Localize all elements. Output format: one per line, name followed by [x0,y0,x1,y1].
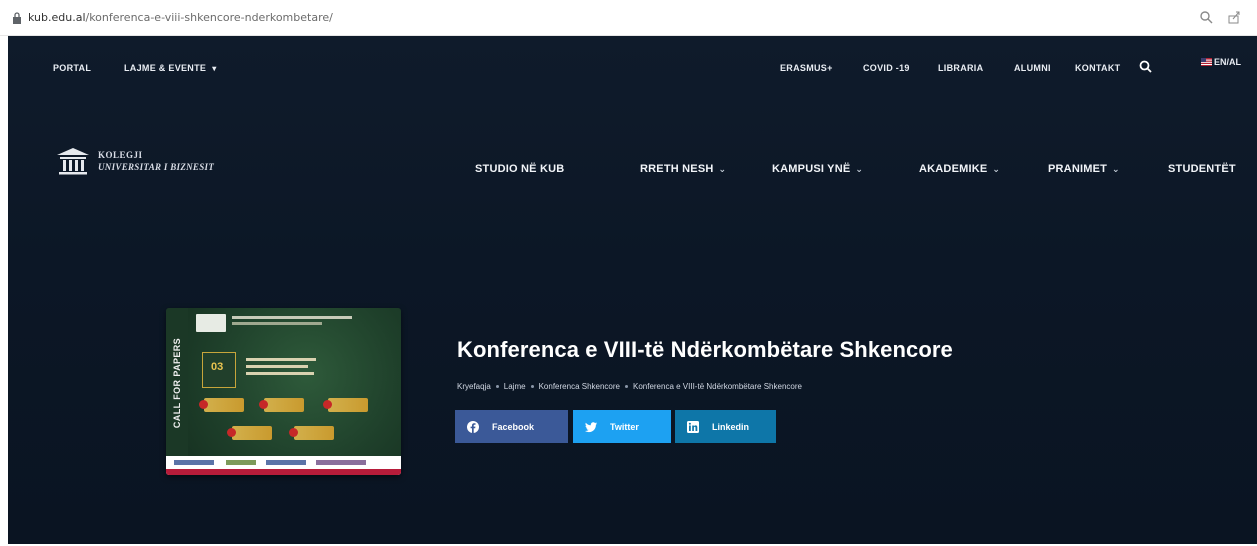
nav-students[interactable]: STUDENTËT [1168,163,1236,175]
poster-date: 03 [211,361,224,373]
poster-dot [199,400,208,409]
nav-admissions[interactable]: PRANIMET ⌄ [1048,163,1120,175]
share-linkedin-button[interactable]: Linkedin [675,410,776,443]
poster-partner-logos [226,460,256,465]
page-title: Konferenca e VIII-të Ndërkombëtare Shken… [457,337,953,362]
topbar-contact-link[interactable]: KONTAKT [1075,63,1120,73]
topbar-alumni-link[interactable]: ALUMNI [1014,63,1051,73]
site-header: PORTAL LAJME & EVENTE ▾ ERASMUS+ COVID -1… [8,36,1257,544]
url-path: /konferenca-e-viii-shkencore-nderkombeta… [85,11,333,24]
share-facebook-button[interactable]: Facebook [455,410,568,443]
topbar-news-events-menu[interactable]: LAJME & EVENTE ▾ [124,63,217,73]
chevron-down-icon: ⌄ [992,164,1001,174]
share-page-icon[interactable] [1227,10,1241,24]
poster-dot [259,400,268,409]
poster-footer [166,456,401,475]
poster-topic-tile [204,398,244,412]
college-building-icon [57,148,89,175]
url-host: kub.edu.al [28,11,86,24]
breadcrumb-news[interactable]: Lajme [504,382,526,391]
poster-topic-tile [294,426,334,440]
poster-topic-tile [328,398,368,412]
topbar-erasmus-link[interactable]: ERASMUS+ [780,63,833,73]
poster-dot [323,400,332,409]
breadcrumb-separator [495,385,499,388]
share-twitter-label: Twitter [610,421,639,432]
topbar-library-link[interactable]: LIBRARIA [938,63,983,73]
poster-date-box: 03 [202,352,236,388]
topbar-covid-link[interactable]: COVID -19 [863,63,910,73]
logo-line-1: KOLEGJI [98,150,143,160]
share-twitter-button[interactable]: Twitter [573,410,671,443]
topbar-news-events-label: LAJME & EVENTE [124,63,207,73]
chevron-down-icon: ⌄ [1112,164,1120,174]
poster-footer-strip [166,469,401,475]
poster-header-line [232,322,322,325]
chevron-down-icon: ⌄ [718,164,727,174]
poster-vertical-text: CALL FOR PAPERS [172,337,182,429]
breadcrumb-category[interactable]: Konferenca Shkencore [539,382,620,391]
browser-address-bar[interactable]: kub.edu.al/konferenca-e-viii-shkencore-n… [0,0,1257,36]
topbar-portal-link[interactable]: PORTAL [53,63,91,73]
poster-text-line [246,358,316,361]
poster-text-line [246,365,308,368]
breadcrumb-separator [624,385,628,388]
poster-text-line [246,372,314,375]
zoom-icon[interactable] [1199,10,1213,24]
poster-topic-tile [264,398,304,412]
poster-logo [196,314,226,332]
breadcrumb-home[interactable]: Kryefaqja [457,382,491,391]
poster-dot [289,428,298,437]
nav-campus-label: KAMPUSI YNË [772,163,851,175]
nav-admissions-label: PRANIMET [1048,163,1108,175]
poster-dot [227,428,236,437]
poster-header-line [232,316,352,319]
poster-topic-tile [232,426,272,440]
poster-partner-logos [316,460,366,465]
linkedin-icon [687,420,699,433]
language-label: EN/AL [1214,57,1241,67]
nav-studio-label: STUDIO NË KUB [475,163,565,175]
site-logo[interactable]: KOLEGJI UNIVERSITAR I BIZNESIT [56,146,214,176]
url-text[interactable]: kub.edu.al/konferenca-e-viii-shkencore-n… [28,11,333,24]
breadcrumb: Kryefaqja Lajme Konferenca Shkencore Konfer… [457,382,802,391]
share-linkedin-label: Linkedin [712,421,750,432]
breadcrumb-current: Konferenca e VIII-të Ndërkombëtare Shken… [632,382,802,391]
share-facebook-label: Facebook [492,421,535,432]
poster-partner-logos [266,460,306,465]
nav-academic-label: AKADEMIKE [919,163,988,175]
nav-about-label: RRETH NESH [640,163,714,175]
poster-side-band: CALL FOR PAPERS [166,308,188,458]
nav-campus[interactable]: KAMPUSI YNË ⌄ [772,163,863,175]
nav-studio[interactable]: STUDIO NË KUB [475,163,564,175]
facebook-icon [467,420,479,433]
twitter-icon [585,421,597,432]
nav-students-label: STUDENTËT [1168,163,1236,175]
poster-partner-logos [174,460,214,465]
caret-down-icon: ▾ [212,64,217,73]
search-icon[interactable] [1139,60,1152,78]
nav-about[interactable]: RRETH NESH ⌄ [640,163,726,175]
language-switcher[interactable]: EN/AL [1201,57,1241,67]
lock-icon [13,11,21,24]
chevron-down-icon: ⌄ [855,164,864,174]
breadcrumb-separator [530,385,534,388]
nav-academic[interactable]: AKADEMIKE ⌄ [919,163,1000,175]
flag-icon [1201,58,1212,66]
conference-poster-image: CALL FOR PAPERS 03 [166,308,401,475]
logo-line-2: UNIVERSITAR I BIZNESIT [98,162,215,172]
top-bar: PORTAL LAJME & EVENTE ▾ ERASMUS+ COVID -1… [8,36,1257,96]
